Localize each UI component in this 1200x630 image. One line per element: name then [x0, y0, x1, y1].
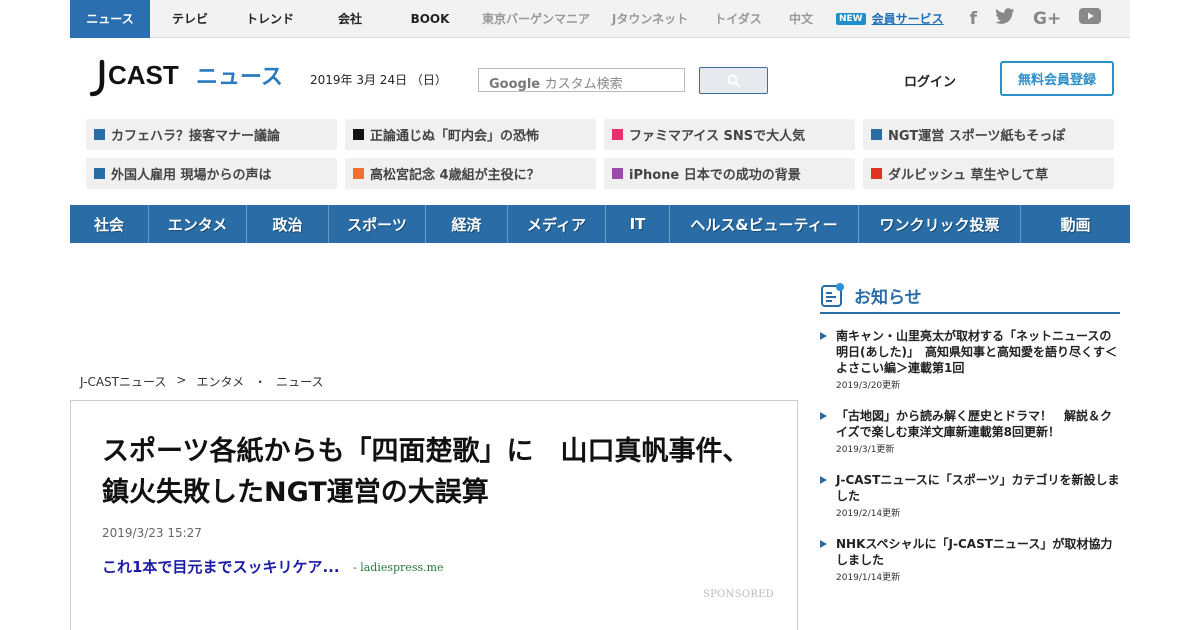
sponsored-ad-link[interactable]: これ1本で目元までスッキリケア...: [102, 556, 340, 577]
headline-chip[interactable]: 外国人雇用 現場からの声は: [86, 158, 337, 189]
search-icon: [727, 74, 741, 88]
svg-text:CAST: CAST: [108, 60, 179, 90]
page: ニュース テレビ トレンド 会社 BOOK 東京バーゲンマニア Jタウンネット …: [0, 0, 1200, 630]
tab-bargain-mania[interactable]: 東京バーゲンマニア: [470, 0, 602, 38]
headline-text: カフェハラ？接客マナー議論: [111, 129, 281, 144]
article-date: 2019/3/23 15:27: [102, 526, 202, 540]
notice-item-text[interactable]: 「古地図」から読み解く歴史とドラマ！ 解説＆クイズで楽しむ東洋文庫新連載第8回更…: [836, 408, 1120, 440]
notice-item-text[interactable]: J-CASTニュースに「スポーツ」カテゴリを新設しました: [836, 472, 1120, 504]
sponsored-label: SPONSORED: [703, 589, 775, 600]
sponsored-ad-source[interactable]: - ladiespress.me: [353, 561, 444, 574]
social-links: f G+: [970, 8, 1102, 29]
notice-icon: [821, 283, 844, 307]
triangle-bullet-icon: [820, 332, 827, 340]
bullet-square: [353, 168, 364, 179]
headline-text: 高松宮記念 4歳組が主役に？: [370, 168, 540, 183]
notice-item[interactable]: NHKスペシャルに「J-CASTニュース」が取材協力しました 2019/1/14…: [820, 536, 1120, 583]
notice-heading: お知らせ: [820, 278, 1120, 314]
tab-jtown[interactable]: Jタウンネット: [602, 0, 698, 38]
headline-chip[interactable]: 高松宮記念 4歳組が主役に？: [345, 158, 596, 189]
youtube-icon[interactable]: [1079, 8, 1102, 29]
headline-chip[interactable]: NGT運営 スポーツ紙もそっぽ: [863, 119, 1114, 150]
search-input[interactable]: Google カスタム検索: [478, 68, 685, 92]
search-button[interactable]: [699, 67, 768, 94]
breadcrumb-home[interactable]: J-CASTニュース: [80, 373, 166, 390]
google-logo-text: Google: [489, 77, 545, 92]
facebook-icon[interactable]: f: [970, 9, 977, 29]
breadcrumb-separator: ・: [254, 375, 267, 389]
notice-item-date: 2019/2/14更新: [836, 509, 901, 519]
category-it[interactable]: IT: [606, 205, 670, 243]
tab-tv[interactable]: テレビ: [150, 0, 230, 38]
tab-chinese[interactable]: 中文: [778, 0, 824, 38]
breadcrumb-entertainment[interactable]: エンタメ: [196, 373, 244, 390]
notice-heading-label: お知らせ: [854, 287, 922, 308]
headline-chip[interactable]: ファミマアイス SNSで大人気: [604, 119, 855, 150]
category-media[interactable]: メディア: [508, 205, 606, 243]
bullet-square: [353, 129, 364, 140]
triangle-bullet-icon: [820, 412, 827, 420]
svg-text:ニュース: ニュース: [196, 65, 283, 90]
register-button[interactable]: 無料会員登録: [1000, 61, 1114, 96]
category-one-click-vote[interactable]: ワンクリック投票: [859, 205, 1021, 243]
breadcrumb: J-CASTニュース > エンタメ ・ ニュース: [80, 373, 324, 390]
notice-item[interactable]: 「古地図」から読み解く歴史とドラマ！ 解説＆クイズで楽しむ東洋文庫新連載第8回更…: [820, 408, 1120, 455]
headline-text: 外国人雇用 現場からの声は: [111, 168, 272, 183]
category-politics[interactable]: 政治: [247, 205, 329, 243]
category-video[interactable]: 動画: [1021, 205, 1130, 243]
notice-item-text[interactable]: NHKスペシャルに「J-CASTニュース」が取材協力しました: [836, 536, 1120, 568]
bullet-square: [871, 168, 882, 179]
category-health-beauty[interactable]: ヘルス&ビューティー: [670, 205, 859, 243]
breadcrumb-separator: >: [176, 373, 187, 387]
headline-chip[interactable]: カフェハラ？接客マナー議論: [86, 119, 337, 150]
headline-text: ダルビッシュ 草生やして草: [888, 168, 1049, 183]
tab-toidas[interactable]: トイダス: [698, 0, 778, 38]
twitter-icon[interactable]: [995, 8, 1015, 29]
google-plus-icon[interactable]: G+: [1033, 9, 1061, 29]
headline-text: ファミマアイス SNSで大人気: [629, 129, 806, 144]
tab-company[interactable]: 会社: [310, 0, 390, 38]
category-nav: 社会 エンタメ 政治 スポーツ 経済 メディア IT ヘルス&ビューティー ワン…: [70, 205, 1130, 243]
jcast-logo[interactable]: CAST ニュース: [86, 58, 286, 100]
category-society[interactable]: 社会: [70, 205, 149, 243]
bullet-square: [871, 129, 882, 140]
headline-text: NGT運営 スポーツ紙もそっぽ: [888, 129, 1066, 144]
bullet-square: [612, 168, 623, 179]
triangle-bullet-icon: [820, 476, 827, 484]
bullet-square: [94, 168, 105, 179]
article-box: スポーツ各紙からも「四面楚歌」に 山口真帆事件、鎮火失敗したNGT運営の大誤算 …: [70, 400, 798, 630]
login-link[interactable]: ログイン: [904, 71, 956, 90]
current-date: 2019年 3月 24日 （日）: [310, 73, 447, 87]
headline-chip[interactable]: ダルビッシュ 草生やして草: [863, 158, 1114, 189]
search-placeholder: カスタム検索: [544, 77, 623, 92]
notice-item[interactable]: 南キャン・山里亮太が取材する「ネットニュースの明日(あした)」 高知県知事と高知…: [820, 328, 1120, 391]
breadcrumb-news[interactable]: ニュース: [276, 373, 323, 390]
article-title: スポーツ各紙からも「四面楚歌」に 山口真帆事件、鎮火失敗したNGT運営の大誤算: [102, 436, 750, 508]
category-economy[interactable]: 経済: [426, 205, 508, 243]
bullet-square: [94, 129, 105, 140]
tab-trend[interactable]: トレンド: [230, 0, 310, 38]
tab-news[interactable]: ニュース: [70, 0, 150, 38]
member-service-link[interactable]: NEW 会員サービス: [836, 10, 944, 27]
top-nav-bar: ニュース テレビ トレンド 会社 BOOK 東京バーゲンマニア Jタウンネット …: [70, 0, 1130, 38]
notice-item[interactable]: J-CASTニュースに「スポーツ」カテゴリを新設しました 2019/2/14更新: [820, 472, 1120, 519]
bullet-square: [612, 129, 623, 140]
category-sports[interactable]: スポーツ: [329, 205, 426, 243]
notice-item-date: 2019/3/20更新: [836, 381, 901, 391]
notice-item-text[interactable]: 南キャン・山里亮太が取材する「ネットニュースの明日(あした)」 高知県知事と高知…: [836, 328, 1120, 376]
headline-chip[interactable]: iPhone 日本での成功の背景: [604, 158, 855, 189]
new-badge: NEW: [836, 12, 866, 25]
headline-text: 正論通じぬ「町内会」の恐怖: [370, 129, 540, 144]
triangle-bullet-icon: [820, 540, 827, 548]
headline-text: iPhone 日本での成功の背景: [629, 168, 801, 183]
member-service-label[interactable]: 会員サービス: [872, 10, 944, 27]
tab-book[interactable]: BOOK: [390, 0, 470, 38]
notice-item-date: 2019/3/1更新: [836, 445, 895, 455]
category-entertainment[interactable]: エンタメ: [149, 205, 247, 243]
notice-item-date: 2019/1/14更新: [836, 573, 901, 583]
headline-chip[interactable]: 正論通じぬ「町内会」の恐怖: [345, 119, 596, 150]
